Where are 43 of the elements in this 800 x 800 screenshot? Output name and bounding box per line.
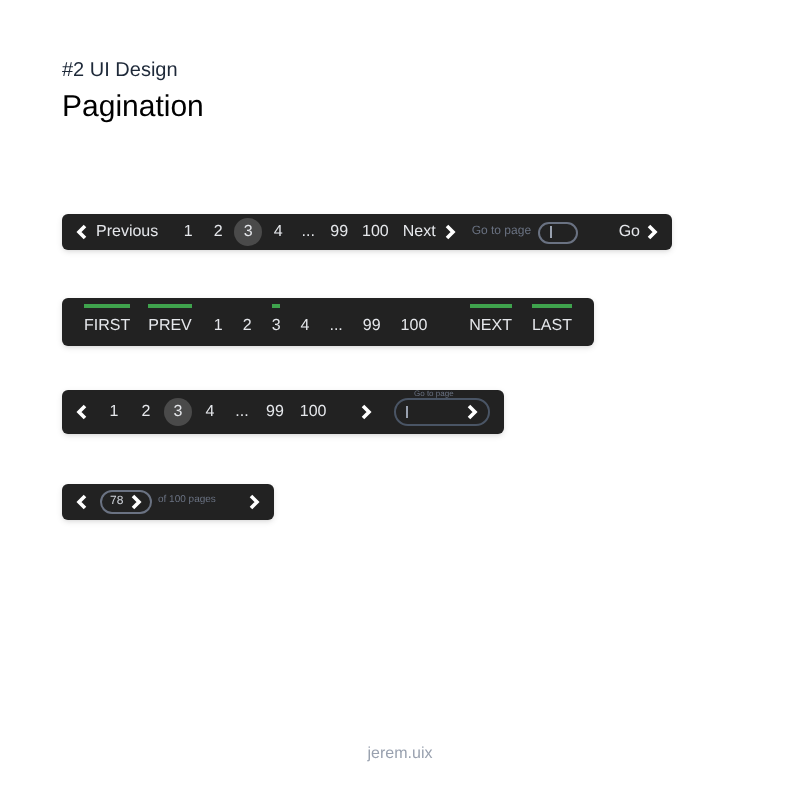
page-button[interactable]: 100 [390, 298, 438, 346]
page-button[interactable]: 3 [261, 298, 291, 346]
go-button[interactable]: Go [618, 220, 658, 244]
text-cursor-icon [549, 226, 552, 238]
page-button[interactable]: 1 [174, 218, 203, 246]
page-button[interactable]: 4 [290, 298, 320, 346]
page-button[interactable]: 99 [324, 218, 355, 246]
chevron-right-icon[interactable] [248, 494, 260, 510]
chevron-right-icon[interactable] [443, 224, 456, 240]
page-button[interactable]: 99 [260, 398, 290, 426]
chevron-right-icon[interactable] [646, 224, 658, 240]
chevron-left-icon[interactable] [76, 224, 88, 240]
text-cursor-icon [406, 406, 408, 418]
page-button[interactable]: 2 [132, 398, 160, 426]
chevron-right-icon[interactable] [466, 404, 478, 420]
page-button[interactable]: 3 [164, 398, 192, 426]
chevron-right-icon[interactable] [360, 404, 373, 420]
page-button[interactable]: ... [294, 218, 323, 246]
page-button[interactable]: 99 [352, 298, 391, 346]
nav-button[interactable]: PREV [142, 298, 198, 346]
page-subtitle: #2 UI Design [62, 62, 180, 82]
page-button[interactable]: 1 [203, 298, 233, 346]
nav-button[interactable]: NEXT [463, 298, 518, 346]
page-button[interactable]: ... [228, 398, 256, 426]
page-button[interactable]: 100 [293, 398, 333, 426]
page-button[interactable]: ... [319, 298, 353, 346]
page-button[interactable]: 100 [356, 218, 395, 246]
next-button[interactable]: Next [402, 220, 456, 244]
page-button[interactable]: 4 [196, 398, 224, 426]
page-button[interactable]: 1 [100, 398, 128, 426]
previous-button[interactable]: Previous [76, 220, 159, 244]
page-button[interactable]: 4 [264, 218, 293, 246]
page-button[interactable]: 2 [232, 298, 262, 346]
page-input[interactable] [537, 221, 578, 243]
nav-button[interactable]: LAST [525, 298, 578, 346]
footer-credit: jerem.uix [365, 742, 435, 766]
chevron-right-icon[interactable] [130, 494, 142, 510]
page-title: Pagination [62, 92, 206, 122]
chevron-left-icon[interactable] [76, 494, 88, 510]
page-button[interactable]: 3 [234, 218, 263, 246]
chevron-left-icon[interactable] [76, 404, 88, 420]
page-button[interactable]: 2 [204, 218, 233, 246]
nav-button[interactable]: FIRST [78, 298, 137, 346]
